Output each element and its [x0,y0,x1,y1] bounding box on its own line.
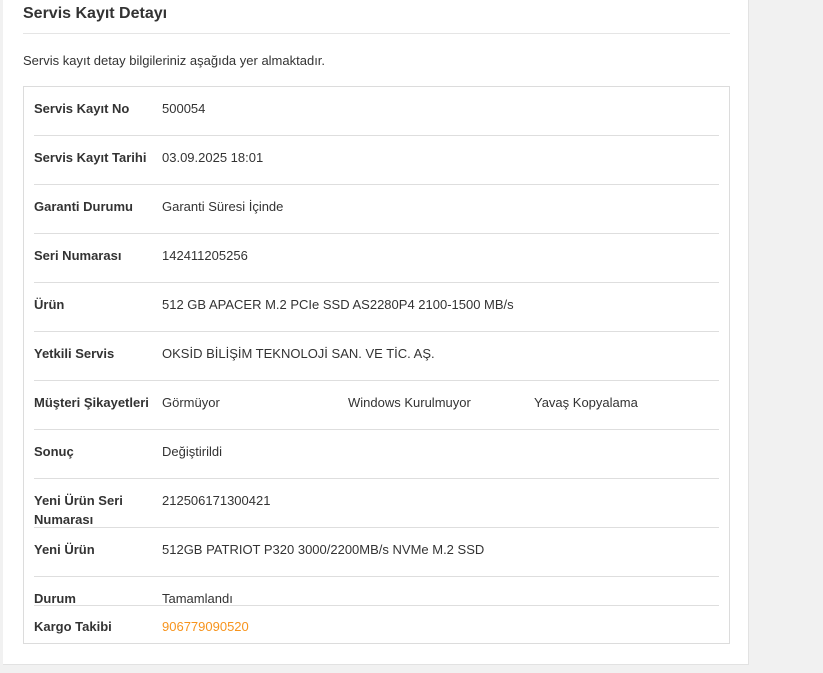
new-serial-label: Yeni Ürün Seri Numarası [34,493,123,527]
table-row-service: Yetkili Servis OKSİD BİLİŞİM TEKNOLOJİ S… [34,332,719,381]
record-date-value: 03.09.2025 18:01 [162,150,264,165]
page-title: Servis Kayıt Detayı [23,5,168,22]
service-detail-panel: Servis Kayıt Detayı Servis kayıt detay b… [3,0,749,665]
page-background [749,0,823,673]
table-row-new-serial: Yeni Ürün Seri Numarası 212506171300421 [34,479,719,528]
details-table: Servis Kayıt No 500054 Servis Kayıt Tari… [23,86,730,644]
product-label: Ürün [34,297,65,312]
table-row-record-no: Servis Kayıt No 500054 [34,87,719,136]
warranty-value: Garanti Süresi İçinde [162,199,284,214]
new-product-value: 512GB PATRIOT P320 3000/2200MB/s NVMe M.… [162,542,485,557]
tracking-label: Kargo Takibi [34,619,112,634]
table-row-result: Sonuç Değiştirildi [34,430,719,479]
warranty-label: Garanti Durumu [34,199,133,214]
table-row-warranty: Garanti Durumu Garanti Süresi İçinde [34,185,719,234]
table-row-record-date: Servis Kayıt Tarihi 03.09.2025 18:01 [34,136,719,185]
service-value: OKSİD BİLİŞİM TEKNOLOJİ SAN. VE TİC. AŞ. [162,346,435,361]
product-value: 512 GB APACER M.2 PCIe SSD AS2280P4 2100… [162,297,514,312]
table-row-new-product: Yeni Ürün 512GB PATRIOT P320 3000/2200MB… [34,528,719,577]
complaint-item: Yavaş Kopyalama [534,395,638,410]
complaints-label: Müşteri Şikayetleri [34,395,149,410]
tracking-link[interactable]: 906779090520 [162,617,249,636]
complaint-item: Görmüyor [162,395,220,410]
new-serial-value: 212506171300421 [162,493,271,508]
table-row-tracking: Kargo Takibi 906779090520 [34,606,719,642]
table-row-status: Durum Tamamlandı [34,577,719,606]
record-date-label: Servis Kayıt Tarihi [34,150,147,165]
table-row-complaints: Müşteri Şikayetleri Görmüyor Windows Kur… [34,381,719,430]
title-divider [23,33,730,34]
intro-text: Servis kayıt detay bilgileriniz aşağıda … [23,53,326,68]
result-label: Sonuç [34,444,74,459]
service-label: Yetkili Servis [34,346,115,361]
table-row-product: Ürün 512 GB APACER M.2 PCIe SSD AS2280P4… [34,283,719,332]
record-no-label: Servis Kayıt No [34,101,130,116]
record-no-value: 500054 [162,101,206,116]
complaint-item: Windows Kurulmuyor [348,395,471,410]
table-row-serial: Seri Numarası 142411205256 [34,234,719,283]
serial-value: 142411205256 [162,248,248,263]
serial-label: Seri Numarası [34,248,122,263]
new-product-label: Yeni Ürün [34,542,95,557]
result-value: Değiştirildi [162,444,222,459]
